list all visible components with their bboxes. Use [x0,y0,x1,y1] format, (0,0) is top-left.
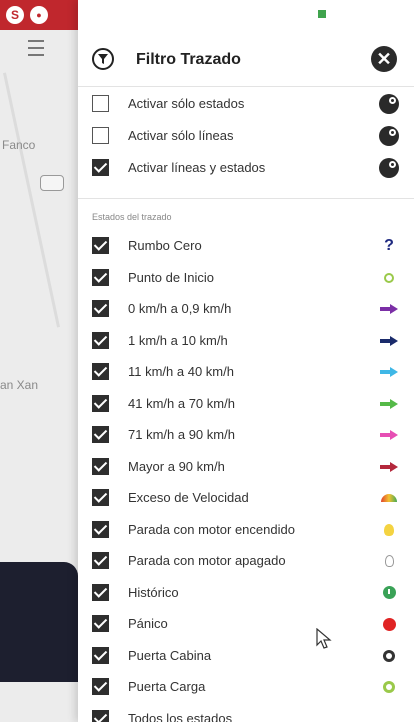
arrow-icon [378,298,400,320]
row-label: Parada con motor encendido [128,521,295,537]
drawer-header: Filtro Trazado ✕ [78,34,414,86]
map-place-label: an Xan [0,378,39,392]
checkbox[interactable] [92,363,109,380]
state-row[interactable]: Histórico [78,579,414,609]
filter-funnel-icon [92,48,114,70]
checkbox[interactable] [92,615,109,632]
checkbox[interactable] [92,300,109,317]
close-icon[interactable]: ✕ [371,46,397,72]
background-map[interactable]: S ● Fanco an Xan [0,0,78,722]
row-label: 11 km/h a 40 km/h [128,364,234,379]
checkbox[interactable] [92,268,109,286]
checkbox[interactable] [92,95,109,112]
toggle-states-icon [378,93,400,115]
drawer-title: Filtro Trazado [136,51,241,68]
state-row[interactable]: Mayor a 90 km/h [78,453,414,483]
record-badge-icon[interactable]: ● [30,6,48,24]
map-road [3,72,60,328]
panic-icon [378,613,400,635]
bulb-on-icon [378,519,400,541]
state-row[interactable]: Punto de Inicio [78,264,414,294]
row-label: Puerta Carga [128,679,206,694]
arrow-icon [378,330,400,352]
speedometer-icon [378,487,400,509]
door-cabin-icon [378,645,400,667]
row-label: 41 km/h a 70 km/h [128,395,235,411]
checkbox[interactable] [92,489,109,506]
row-label: Punto de Inicio [128,269,215,285]
filter-option-row[interactable]: Activar sólo líneas [78,122,414,152]
app-topbar: S ● [0,0,78,30]
header-divider [78,86,414,87]
screen: S ● Fanco an Xan Filtro Trazado ✕ Activa… [0,0,414,722]
question-icon: ? [384,237,394,254]
section-divider [78,198,414,199]
checkbox[interactable] [92,331,109,349]
state-row[interactable]: 41 km/h a 70 km/h [78,390,414,420]
arrow-icon [378,393,400,415]
checkbox[interactable] [92,237,109,254]
checkbox[interactable] [92,709,109,722]
state-row[interactable]: Pánico [78,610,414,640]
state-row[interactable]: Parada con motor apagado [78,547,414,577]
checkbox[interactable] [92,457,109,475]
filter-option-row[interactable]: Activar líneas y estados [78,154,414,184]
state-row[interactable]: Parada con motor encendido [78,516,414,546]
empty-icon [378,708,400,722]
checkbox[interactable] [92,678,109,695]
filter-option-row[interactable]: Activar sólo estados [78,90,414,120]
row-label: Rumbo Cero [128,238,202,253]
row-label: Histórico [128,584,179,600]
row-label: Exceso de Velocidad [128,490,249,505]
checkbox[interactable] [92,426,109,443]
state-row[interactable]: Puerta Carga [78,673,414,703]
checkbox[interactable] [92,520,109,538]
row-label: Activar sólo estados [128,96,245,111]
s-badge-icon[interactable]: S [6,6,24,24]
start-ring-icon [378,267,400,289]
row-label: Todos los estados [128,710,233,722]
map-marker-icon [40,175,64,191]
checkbox[interactable] [92,394,109,412]
status-indicator [318,10,326,18]
checkbox[interactable] [92,552,109,569]
filter-drawer: Filtro Trazado ✕ Activar sólo estados Act… [78,0,414,722]
toggle-lines-icon [378,125,400,147]
row-label: Pánico [128,616,168,631]
row-label: Puerta Cabina [128,647,212,663]
row-label: Activar líneas y estados [128,160,266,175]
state-row[interactable]: 71 km/h a 90 km/h [78,421,414,451]
state-row[interactable]: 0 km/h a 0,9 km/h [78,295,414,325]
state-row[interactable]: Todos los estados [78,705,414,722]
state-row[interactable]: 1 km/h a 10 km/h [78,327,414,357]
checkbox[interactable] [92,159,109,176]
bulb-off-icon [378,550,400,572]
row-label: Activar sólo líneas [128,128,234,143]
state-row[interactable]: 11 km/h a 40 km/h [78,358,414,388]
checkbox[interactable] [92,583,109,601]
state-row[interactable]: Puerta Cabina [78,642,414,672]
row-label: Parada con motor apagado [128,553,286,568]
arrow-icon [378,361,400,383]
history-clock-icon [378,582,400,604]
door-cargo-icon [378,676,400,698]
toggle-both-icon [378,157,400,179]
hamburger-menu-icon[interactable] [28,40,44,56]
mouse-cursor-icon [316,628,332,649]
arrow-icon [378,456,400,478]
row-label: 0 km/h a 0,9 km/h [128,301,232,316]
row-label: Mayor a 90 km/h [128,458,225,474]
checkbox[interactable] [92,127,109,144]
map-place-label: Fanco [2,138,36,152]
map-bottom-card [0,562,78,682]
state-row[interactable]: Exceso de Velocidad [78,484,414,514]
row-label: 1 km/h a 10 km/h [128,332,228,348]
row-label: 71 km/h a 90 km/h [128,427,235,442]
arrow-icon [378,424,400,446]
section-label: Estados del trazado [92,212,172,222]
state-row[interactable]: Rumbo Cero? [78,232,414,262]
checkbox[interactable] [92,646,109,664]
